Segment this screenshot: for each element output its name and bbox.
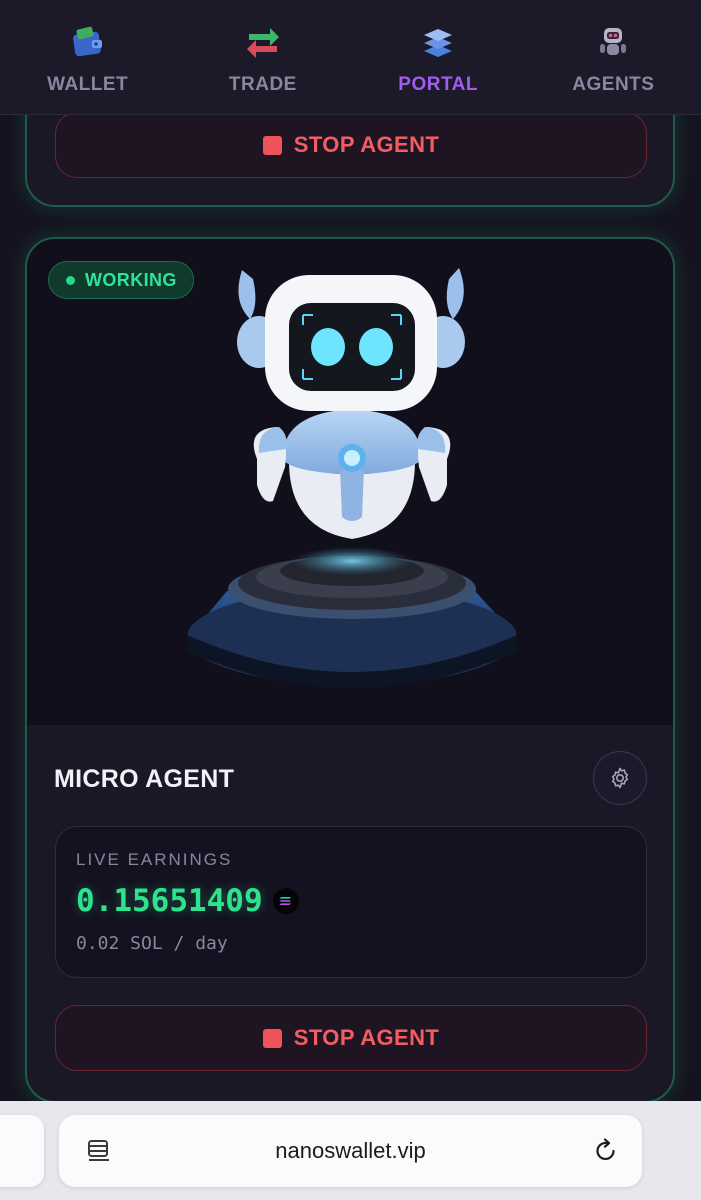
nav-tab-agents[interactable]: AGENTS (526, 0, 701, 114)
nav-tab-agents-label: AGENTS (572, 74, 655, 95)
nav-tab-wallet-label: WALLET (47, 74, 129, 95)
robot-illustration (187, 268, 517, 688)
stop-agent-label: STOP AGENT (293, 132, 440, 157)
nav-tab-portal[interactable]: PORTAL (351, 0, 526, 114)
status-badge: WORKING (48, 261, 194, 299)
stop-agent-button-previous[interactable]: STOP AGENT (55, 112, 647, 178)
reload-icon[interactable] (591, 1136, 621, 1166)
status-dot-icon (66, 275, 75, 285)
gear-icon (611, 767, 629, 789)
agent-settings-button[interactable] (593, 751, 647, 805)
status-badge-label: WORKING (85, 269, 177, 290)
agent-card: WORKING MICRO AGENT LIVE EARNINGS 0.1565… (25, 237, 675, 1103)
stop-agent-button[interactable]: STOP AGENT (55, 1005, 647, 1071)
address-bar[interactable]: nanoswallet.vip (59, 1115, 642, 1187)
earnings-value-row: 0.15651409 (76, 883, 299, 919)
nav-tab-wallet[interactable]: WALLET (0, 0, 175, 114)
live-earnings-panel: LIVE EARNINGS 0.15651409 0.02 SOL / day (55, 826, 647, 978)
agent-hero: WORKING (27, 239, 673, 725)
stop-agent-label: STOP AGENT (293, 1025, 440, 1050)
browser-toolbar: nanoswallet.vip (0, 1101, 701, 1200)
nav-tab-trade[interactable]: TRADE (175, 0, 350, 114)
stop-icon (262, 1028, 282, 1048)
portal-layers-icon (424, 29, 453, 57)
top-navigation: WALLET TRADE PORTAL AGENTS (0, 0, 701, 115)
nav-tab-trade-label: TRADE (228, 74, 297, 95)
robot-icon (600, 28, 627, 55)
agent-title: MICRO AGENT (54, 765, 235, 793)
trade-arrows-icon (246, 28, 279, 58)
earnings-value: 0.15651409 (76, 883, 263, 919)
nav-tab-portal-label: PORTAL (398, 74, 478, 95)
earnings-rate: 0.02 SOL / day (76, 933, 228, 954)
url-text: nanoswallet.vip (275, 1138, 426, 1163)
live-earnings-label: LIVE EARNINGS (76, 850, 233, 869)
previous-tab-preview[interactable] (0, 1115, 44, 1187)
wallet-icon (72, 26, 102, 57)
stop-icon (262, 135, 282, 155)
solana-icon (272, 888, 299, 914)
